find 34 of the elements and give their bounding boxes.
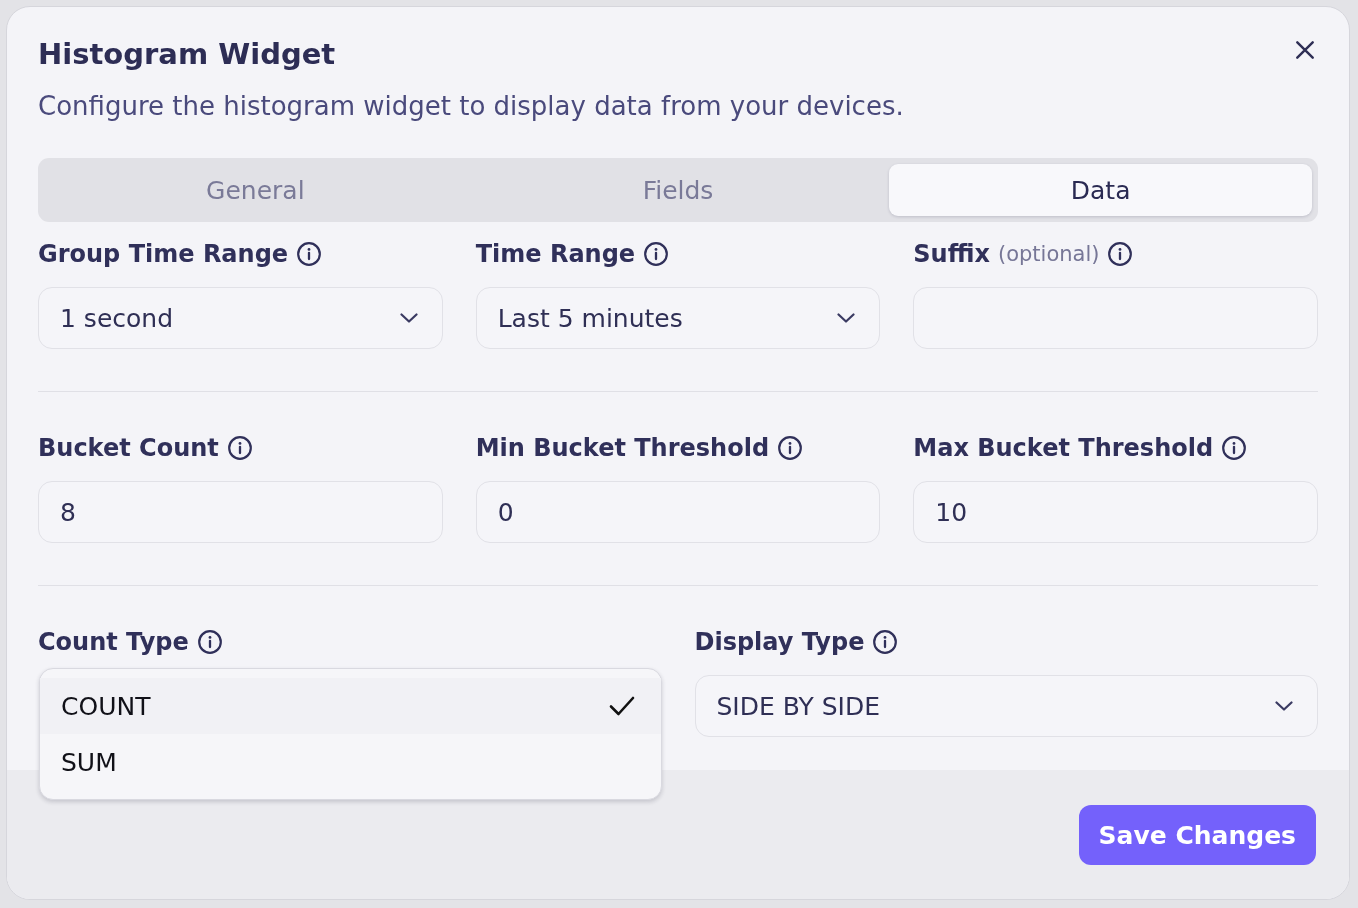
- dropdown-option[interactable]: COUNT: [40, 678, 661, 734]
- info-icon[interactable]: [1222, 436, 1247, 460]
- dialog-description: Configure the histogram widget to display data from your devices.: [38, 90, 904, 122]
- chevron-down-icon: [399, 313, 418, 323]
- select-field[interactable]: Last 5 minutes: [475, 287, 881, 349]
- chevron-down-icon: [837, 313, 856, 323]
- info-icon[interactable]: [197, 630, 222, 654]
- field-label: Max Bucket Threshold: [913, 434, 1214, 462]
- field-label: Min Bucket Threshold: [475, 434, 770, 462]
- info-icon[interactable]: [873, 630, 898, 654]
- input-field[interactable]: 10: [913, 481, 1318, 543]
- info-icon[interactable]: [297, 242, 322, 266]
- save-button[interactable]: Save Changes: [1078, 805, 1316, 865]
- chevron-down-icon: [1275, 701, 1293, 711]
- field-label: Time Range: [475, 240, 636, 268]
- field-label: Display Type: [694, 628, 865, 656]
- dialog-title: Histogram Widget: [38, 36, 337, 72]
- tab[interactable]: Data: [889, 164, 1312, 216]
- info-icon[interactable]: [778, 436, 803, 460]
- input-field[interactable]: 0: [475, 481, 881, 543]
- field-label: Count Type: [38, 628, 189, 656]
- info-icon[interactable]: [227, 436, 252, 460]
- select-field[interactable]: SIDE BY SIDE: [694, 675, 1318, 737]
- info-icon[interactable]: [644, 242, 669, 266]
- select-field[interactable]: 1 second: [38, 287, 443, 349]
- close-icon: [1296, 41, 1314, 59]
- info-icon[interactable]: [1108, 242, 1133, 266]
- optional-hint: (optional): [997, 242, 1100, 266]
- check-icon: [608, 696, 635, 716]
- dropdown-option[interactable]: SUM: [40, 734, 661, 790]
- field-label: Bucket Count: [38, 434, 219, 462]
- input-field[interactable]: 8: [38, 481, 443, 543]
- field-label: Group Time Range: [38, 240, 289, 268]
- field-label: Suffix: [913, 240, 990, 268]
